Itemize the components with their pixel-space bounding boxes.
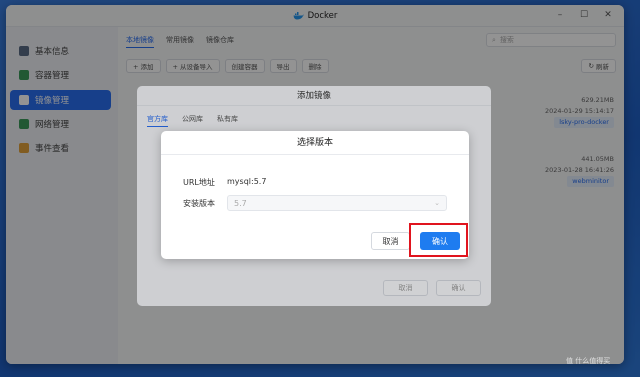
version-label: 安装版本 [183, 199, 215, 208]
url-value: mysql:5.7 [227, 177, 267, 186]
version-select[interactable]: 5.7 ⌄ [227, 195, 447, 211]
watermark: 值 什么值得买 [566, 357, 611, 365]
highlight-box [409, 223, 468, 257]
dialog-title: 选择版本 [161, 131, 469, 155]
url-label: URL地址 [183, 178, 215, 187]
chevron-down-icon: ⌄ [434, 199, 440, 207]
cancel-button[interactable]: 取消 [371, 232, 410, 250]
version-select-value: 5.7 [234, 198, 247, 208]
